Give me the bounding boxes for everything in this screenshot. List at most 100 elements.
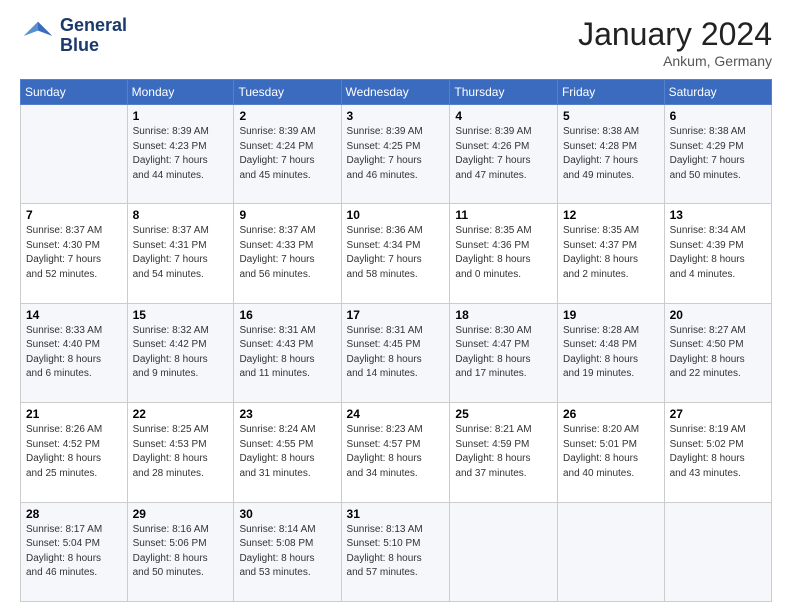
- day-info: Sunrise: 8:35 AMSunset: 4:37 PMDaylight:…: [563, 224, 659, 282]
- page: General Blue January 2024 Ankum, Germany…: [0, 0, 792, 612]
- day-cell: 3 Sunrise: 8:39 AMSunset: 4:25 PMDaylight…: [341, 105, 450, 204]
- day-number: 28: [26, 507, 122, 521]
- day-info: Sunrise: 8:24 AMSunset: 4:55 PMDaylight:…: [239, 423, 335, 481]
- day-cell: 9Sunrise: 8:37 AMSunset: 4:33 PMDaylight…: [234, 204, 341, 303]
- day-cell: 27 Sunrise: 8:19 AMSunset: 5:02 PMDayligh…: [664, 403, 771, 502]
- logo-line1: General: [60, 16, 127, 36]
- week-row-2: 7Sunrise: 8:37 AMSunset: 4:30 PMDaylight…: [21, 204, 772, 303]
- day-number: 27: [670, 407, 766, 421]
- day-number: 20: [670, 308, 766, 322]
- day-number: 14: [26, 308, 122, 322]
- day-info: Sunrise: 8:36 AMSunset: 4:34 PMDaylight:…: [347, 224, 445, 282]
- day-number: 31: [347, 507, 445, 521]
- day-cell: 17Sunrise: 8:31 AMSunset: 4:45 PMDayligh…: [341, 303, 450, 402]
- day-number: 18: [455, 308, 552, 322]
- day-number: 8: [133, 208, 229, 222]
- title-block: January 2024 Ankum, Germany: [578, 16, 772, 69]
- logo-line2: Blue: [60, 36, 127, 56]
- day-cell: [664, 502, 771, 601]
- day-info: Sunrise: 8:13 AMSunset: 5:10 PMDaylight:…: [347, 523, 445, 581]
- day-cell: 5Sunrise: 8:38 AMSunset: 4:28 PMDaylight…: [557, 105, 664, 204]
- day-cell: 16 Sunrise: 8:31 AMSunset: 4:43 PMDayligh…: [234, 303, 341, 402]
- col-header-tuesday: Tuesday: [234, 80, 341, 105]
- day-info: Sunrise: 8:39 AMSunset: 4:25 PMDaylight:…: [347, 125, 445, 183]
- day-cell: 19 Sunrise: 8:28 AMSunset: 4:48 PMDayligh…: [557, 303, 664, 402]
- day-cell: [450, 502, 558, 601]
- day-number: 24: [347, 407, 445, 421]
- logo-icon: [20, 18, 56, 54]
- calendar-body: 1 Sunrise: 8:39 AMSunset: 4:23 PMDaylight…: [21, 105, 772, 602]
- day-number: 6: [670, 109, 766, 123]
- day-cell: [557, 502, 664, 601]
- day-cell: 2Sunrise: 8:39 AMSunset: 4:24 PMDaylight…: [234, 105, 341, 204]
- day-number: 16: [239, 308, 335, 322]
- col-header-monday: Monday: [127, 80, 234, 105]
- day-number: 7: [26, 208, 122, 222]
- day-cell: 26 Sunrise: 8:20 AMSunset: 5:01 PMDayligh…: [557, 403, 664, 502]
- day-info: Sunrise: 8:17 AMSunset: 5:04 PMDaylight:…: [26, 523, 122, 581]
- day-cell: 14 Sunrise: 8:33 AMSunset: 4:40 PMDayligh…: [21, 303, 128, 402]
- day-cell: 12Sunrise: 8:35 AMSunset: 4:37 PMDayligh…: [557, 204, 664, 303]
- day-cell: 8Sunrise: 8:37 AMSunset: 4:31 PMDaylight…: [127, 204, 234, 303]
- col-header-wednesday: Wednesday: [341, 80, 450, 105]
- day-cell: 25 Sunrise: 8:21 AMSunset: 4:59 PMDayligh…: [450, 403, 558, 502]
- day-cell: 10 Sunrise: 8:36 AMSunset: 4:34 PMDayligh…: [341, 204, 450, 303]
- day-number: 13: [670, 208, 766, 222]
- day-number: 19: [563, 308, 659, 322]
- day-info: Sunrise: 8:33 AMSunset: 4:40 PMDaylight:…: [26, 324, 122, 382]
- day-number: 21: [26, 407, 122, 421]
- week-row-5: 28 Sunrise: 8:17 AMSunset: 5:04 PMDayligh…: [21, 502, 772, 601]
- day-info: Sunrise: 8:16 AMSunset: 5:06 PMDaylight:…: [133, 523, 229, 581]
- week-row-4: 21 Sunrise: 8:26 AMSunset: 4:52 PMDayligh…: [21, 403, 772, 502]
- day-number: 3: [347, 109, 445, 123]
- day-cell: 4 Sunrise: 8:39 AMSunset: 4:26 PMDaylight…: [450, 105, 558, 204]
- day-number: 15: [133, 308, 229, 322]
- day-info: Sunrise: 8:28 AMSunset: 4:48 PMDaylight:…: [563, 324, 659, 382]
- day-cell: 23 Sunrise: 8:24 AMSunset: 4:55 PMDayligh…: [234, 403, 341, 502]
- day-info: Sunrise: 8:23 AMSunset: 4:57 PMDaylight:…: [347, 423, 445, 481]
- day-cell: 18 Sunrise: 8:30 AMSunset: 4:47 PMDayligh…: [450, 303, 558, 402]
- day-cell: 28 Sunrise: 8:17 AMSunset: 5:04 PMDayligh…: [21, 502, 128, 601]
- day-info: Sunrise: 8:38 AMSunset: 4:28 PMDaylight:…: [563, 125, 659, 183]
- day-cell: 6 Sunrise: 8:38 AMSunset: 4:29 PMDaylight…: [664, 105, 771, 204]
- day-cell: 31 Sunrise: 8:13 AMSunset: 5:10 PMDayligh…: [341, 502, 450, 601]
- day-info: Sunrise: 8:20 AMSunset: 5:01 PMDaylight:…: [563, 423, 659, 481]
- day-number: 29: [133, 507, 229, 521]
- day-info: Sunrise: 8:26 AMSunset: 4:52 PMDaylight:…: [26, 423, 122, 481]
- day-cell: [21, 105, 128, 204]
- day-cell: 24 Sunrise: 8:23 AMSunset: 4:57 PMDayligh…: [341, 403, 450, 502]
- day-cell: 13Sunrise: 8:34 AMSunset: 4:39 PMDayligh…: [664, 204, 771, 303]
- day-number: 10: [347, 208, 445, 222]
- day-info: Sunrise: 8:35 AMSunset: 4:36 PMDaylight:…: [455, 224, 552, 282]
- day-info: Sunrise: 8:38 AMSunset: 4:29 PMDaylight:…: [670, 125, 766, 183]
- day-info: Sunrise: 8:39 AMSunset: 4:23 PMDaylight:…: [133, 125, 229, 183]
- day-number: 26: [563, 407, 659, 421]
- col-header-friday: Friday: [557, 80, 664, 105]
- location-subtitle: Ankum, Germany: [578, 53, 772, 69]
- header-row: SundayMondayTuesdayWednesdayThursdayFrid…: [21, 80, 772, 105]
- day-number: 11: [455, 208, 552, 222]
- day-info: Sunrise: 8:39 AMSunset: 4:24 PMDaylight:…: [239, 125, 335, 183]
- week-row-1: 1 Sunrise: 8:39 AMSunset: 4:23 PMDaylight…: [21, 105, 772, 204]
- day-number: 1: [133, 109, 229, 123]
- day-number: 25: [455, 407, 552, 421]
- day-number: 23: [239, 407, 335, 421]
- calendar-table: SundayMondayTuesdayWednesdayThursdayFrid…: [20, 79, 772, 602]
- day-cell: 21 Sunrise: 8:26 AMSunset: 4:52 PMDayligh…: [21, 403, 128, 502]
- day-cell: 20Sunrise: 8:27 AMSunset: 4:50 PMDayligh…: [664, 303, 771, 402]
- header: General Blue January 2024 Ankum, Germany: [20, 16, 772, 69]
- day-info: Sunrise: 8:21 AMSunset: 4:59 PMDaylight:…: [455, 423, 552, 481]
- day-info: Sunrise: 8:30 AMSunset: 4:47 PMDaylight:…: [455, 324, 552, 382]
- day-cell: 29 Sunrise: 8:16 AMSunset: 5:06 PMDayligh…: [127, 502, 234, 601]
- day-info: Sunrise: 8:31 AMSunset: 4:43 PMDaylight:…: [239, 324, 335, 382]
- col-header-thursday: Thursday: [450, 80, 558, 105]
- day-number: 4: [455, 109, 552, 123]
- logo-text: General Blue: [60, 16, 127, 56]
- day-info: Sunrise: 8:39 AMSunset: 4:26 PMDaylight:…: [455, 125, 552, 183]
- day-cell: 1 Sunrise: 8:39 AMSunset: 4:23 PMDaylight…: [127, 105, 234, 204]
- day-cell: 7Sunrise: 8:37 AMSunset: 4:30 PMDaylight…: [21, 204, 128, 303]
- day-number: 22: [133, 407, 229, 421]
- day-number: 17: [347, 308, 445, 322]
- day-info: Sunrise: 8:37 AMSunset: 4:33 PMDaylight:…: [239, 224, 335, 282]
- day-info: Sunrise: 8:19 AMSunset: 5:02 PMDaylight:…: [670, 423, 766, 481]
